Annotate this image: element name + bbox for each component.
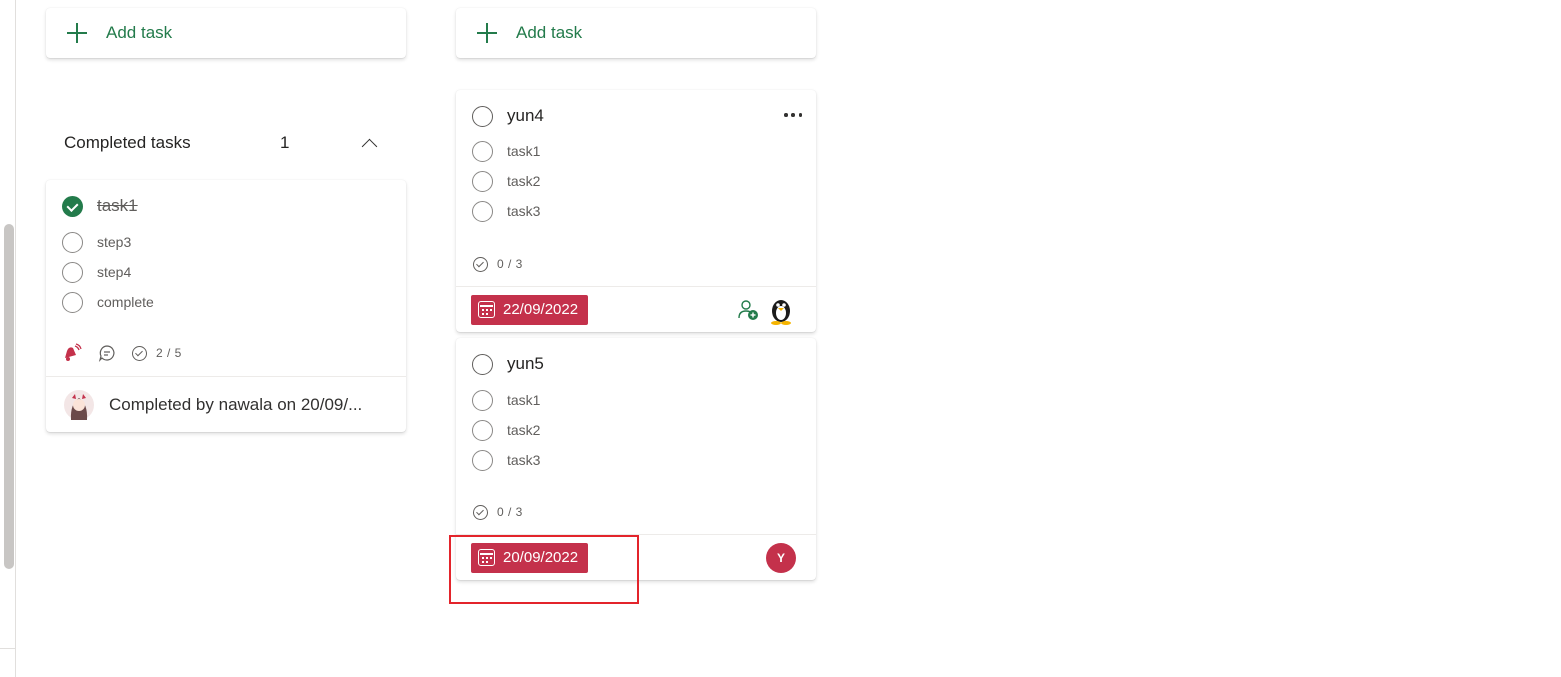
complete-task-checkbox[interactable] — [472, 353, 493, 375]
task-title-row: task1 — [62, 194, 138, 218]
task-title: yun4 — [507, 106, 544, 125]
checklist-progress: 0 / 3 — [497, 257, 523, 271]
checklist-checkbox[interactable] — [472, 449, 493, 471]
checklist-progress: 2 / 5 — [156, 346, 182, 360]
checklist-item-label: task3 — [507, 203, 541, 219]
comment-icon — [98, 345, 115, 362]
checklist-checkbox[interactable] — [472, 200, 493, 222]
calendar-icon — [478, 301, 495, 318]
card-footer: Completed by nawala on 20/09/... — [46, 376, 406, 432]
completed-tasks-title: Completed tasks — [64, 133, 191, 152]
checklist-checkbox[interactable] — [62, 291, 83, 313]
due-date-badge[interactable]: 22/09/2022 — [471, 294, 589, 325]
avatar — [771, 299, 791, 325]
checklist-item: task2 — [472, 415, 540, 445]
checklist-checkbox[interactable] — [472, 140, 493, 162]
checklist: task1 task2 task3 — [472, 136, 540, 226]
task-title: yun5 — [507, 354, 544, 373]
add-task-button-column-1[interactable]: Add task — [46, 8, 406, 58]
checklist-item-label: step3 — [97, 234, 132, 250]
checklist-checkbox[interactable] — [472, 170, 493, 192]
checklist-progress-icon — [132, 345, 147, 361]
checklist-item: task3 — [472, 445, 540, 475]
task-title: task1 — [97, 196, 138, 215]
checklist-item: task3 — [472, 196, 540, 226]
card-meta-row: 2 / 5 — [62, 343, 182, 363]
rail-divider — [0, 648, 15, 649]
assignee-avatar[interactable]: Y — [766, 542, 796, 573]
task-title-row: yun4 — [472, 104, 544, 128]
assign-person-icon[interactable] — [736, 298, 760, 322]
annotation-highlight-box — [449, 535, 639, 604]
checklist-item: step3 — [62, 227, 154, 257]
due-date-text: 22/09/2022 — [503, 301, 579, 318]
checklist-item-label: task1 — [507, 392, 541, 408]
checklist-item-label: task1 — [507, 143, 541, 159]
completed-check-icon[interactable] — [62, 195, 83, 217]
avatar — [64, 389, 94, 420]
checklist-checkbox[interactable] — [62, 261, 83, 283]
card-meta-row: 0 / 3 — [473, 254, 523, 274]
card-meta-row: 0 / 3 — [473, 502, 523, 522]
checklist-item-label: step4 — [97, 264, 132, 280]
vertical-scrollbar[interactable] — [4, 224, 14, 569]
checklist-item-label: task2 — [507, 422, 541, 438]
plus-icon — [476, 22, 498, 44]
complete-task-checkbox[interactable] — [472, 105, 493, 127]
add-task-label: Add task — [106, 23, 173, 42]
checklist-checkbox[interactable] — [472, 389, 493, 411]
completed-tasks-toggle[interactable]: Completed tasks 1 — [46, 124, 406, 162]
task-card-yun4[interactable]: yun4 task1 task2 task3 0 / 3 22/09/2022 — [456, 90, 816, 332]
add-task-button-column-2[interactable]: Add task — [456, 8, 816, 58]
completed-tasks-count: 1 — [280, 133, 290, 152]
checklist: task1 task2 task3 — [472, 385, 540, 475]
checklist-progress-icon — [473, 504, 488, 520]
card-footer: 22/09/2022 — [456, 286, 816, 332]
checklist-item: task1 — [472, 385, 540, 415]
completed-task-card[interactable]: task1 step3 step4 complete 2 / 5 Complet… — [46, 180, 406, 432]
checklist-item: step4 — [62, 257, 154, 287]
checklist-item-label: complete — [97, 294, 154, 310]
checklist-progress-icon — [473, 256, 488, 272]
urgent-bell-icon — [65, 343, 82, 361]
checklist-progress: 0 / 3 — [497, 505, 523, 519]
checklist: step3 step4 complete — [62, 227, 154, 317]
chevron-up-icon — [362, 136, 376, 150]
add-task-label: Add task — [516, 23, 583, 42]
checklist-item-label: task2 — [507, 173, 541, 189]
checklist-item: task1 — [472, 136, 540, 166]
task-title-row: yun5 — [472, 352, 544, 376]
checklist-item-label: task3 — [507, 452, 541, 468]
checklist-item: complete — [62, 287, 154, 317]
plus-icon — [66, 22, 88, 44]
checklist-item: task2 — [472, 166, 540, 196]
checklist-checkbox[interactable] — [472, 419, 493, 441]
completed-by-text: Completed by nawala on 20/09/... — [109, 394, 363, 414]
more-options-icon[interactable] — [784, 106, 802, 124]
checklist-checkbox[interactable] — [62, 231, 83, 253]
